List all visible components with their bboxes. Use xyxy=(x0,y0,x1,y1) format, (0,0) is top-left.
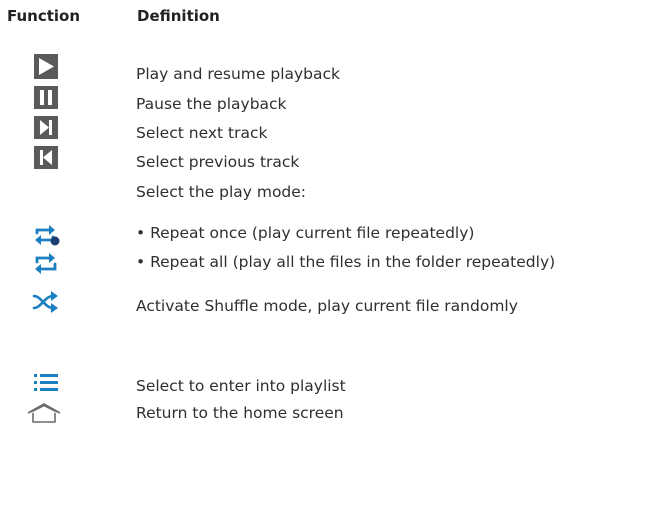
home-icon xyxy=(26,402,62,428)
definition-repeat-once: • Repeat once (play current file repeate… xyxy=(136,224,475,242)
definition-repeat-all: • Repeat all (play all the files in the … xyxy=(136,253,556,271)
definition-next-track: Select next track xyxy=(136,124,268,142)
definition-pause: Pause the playback xyxy=(136,95,287,113)
header-definition: Definition xyxy=(137,7,220,25)
definition-shuffle: Activate Shuffle mode, play current file… xyxy=(136,297,518,315)
playlist-icon xyxy=(31,371,61,397)
pause-icon xyxy=(31,86,61,112)
repeat-once-icon xyxy=(31,222,61,248)
next-track-icon xyxy=(31,116,61,142)
previous-track-icon xyxy=(31,146,61,172)
definition-playlist: Select to enter into playlist xyxy=(136,377,346,395)
header-function: Function xyxy=(7,7,81,25)
definition-previous-track: Select previous track xyxy=(136,153,300,171)
definition-play-mode: Select the play mode: xyxy=(136,183,307,201)
definition-home: Return to the home screen xyxy=(136,404,344,422)
repeat-all-icon xyxy=(31,250,61,276)
play-icon xyxy=(31,54,61,80)
definition-play: Play and resume playback xyxy=(136,65,341,83)
shuffle-icon xyxy=(31,289,61,315)
